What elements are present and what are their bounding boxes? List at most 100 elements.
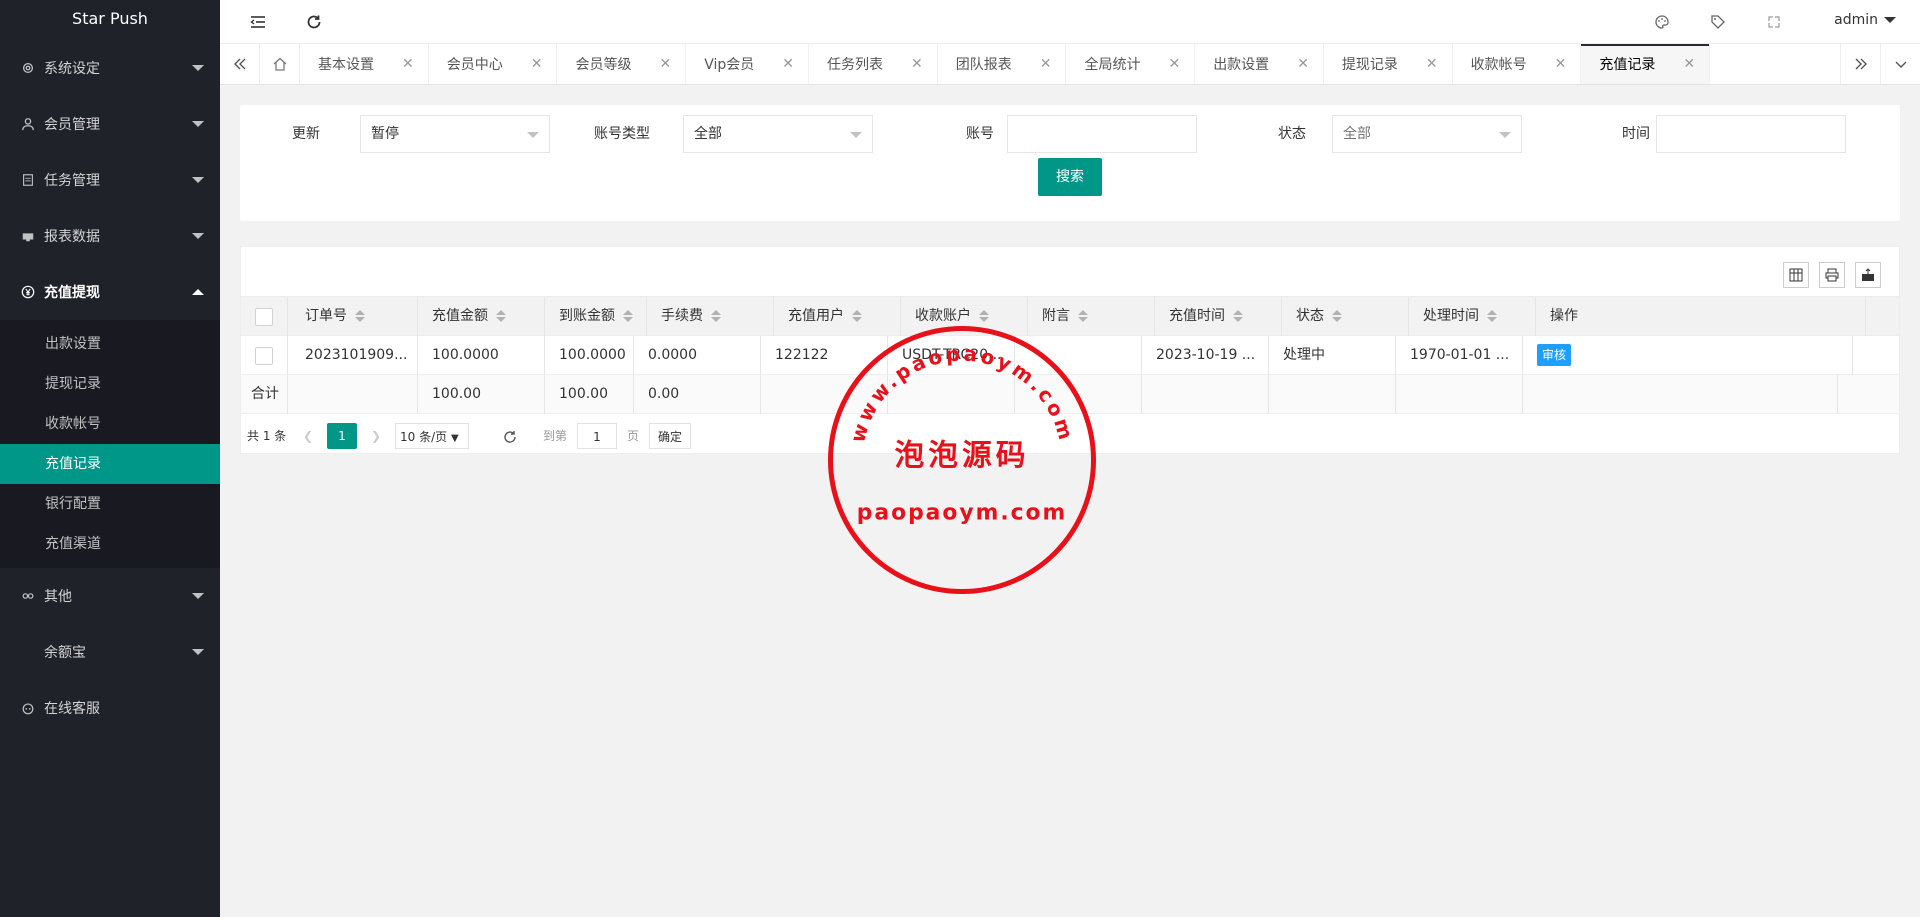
- sidebar-item-recharge[interactable]: 充值提现: [0, 264, 220, 320]
- data-table: 订单号 充值金额 到账金额 手续费 充值用户 收款账户 附言 充值时间 状态 处…: [240, 246, 1900, 454]
- page-button-current[interactable]: 1: [327, 423, 357, 449]
- column-header-amount[interactable]: 充值金额: [432, 297, 506, 336]
- time-label: 时间: [1622, 126, 1650, 142]
- sidebar-item-tasks[interactable]: 任务管理: [0, 152, 220, 208]
- sidebar-item-other[interactable]: 其他: [0, 568, 220, 624]
- goto-confirm-button[interactable]: 确定: [649, 423, 692, 449]
- chevron-down-icon: ▼: [450, 433, 459, 444]
- sort-icon: [852, 309, 862, 323]
- menu-collapse-icon[interactable]: [236, 0, 280, 44]
- row-checkbox[interactable]: [255, 347, 273, 365]
- chevron-down-icon: [192, 233, 204, 239]
- sidebar-item-system[interactable]: 系统设定: [0, 40, 220, 96]
- tab-global-stats[interactable]: 全局统计 ✕: [1066, 44, 1196, 84]
- tab-basic-settings[interactable]: 基本设置 ✕: [300, 44, 429, 84]
- chevron-up-icon: [192, 289, 204, 295]
- total-label: 合计: [251, 386, 279, 402]
- close-icon[interactable]: ✕: [1168, 56, 1180, 72]
- close-icon[interactable]: ✕: [1426, 56, 1438, 72]
- sidebar-subitem-bank-config[interactable]: 银行配置: [0, 484, 220, 524]
- tag-icon[interactable]: [1696, 0, 1740, 44]
- tab-receiving-accounts[interactable]: 收款帐号 ✕: [1453, 44, 1582, 84]
- tabs-bar: 基本设置 ✕ 会员中心 ✕ 会员等级 ✕ Vip会员 ✕ 任务列表 ✕ 团队报表 ✕ 全局统…: [220, 44, 1920, 85]
- export-icon[interactable]: [1855, 262, 1881, 288]
- theme-icon[interactable]: [1640, 0, 1684, 44]
- column-header-time[interactable]: 充值时间: [1169, 297, 1243, 336]
- tab-team-report[interactable]: 团队报表 ✕: [938, 44, 1067, 84]
- sidebar-subitem-receiving-accounts[interactable]: 收款帐号: [0, 404, 220, 444]
- column-header-processed[interactable]: 处理时间: [1423, 297, 1497, 336]
- status-label: 状态: [1278, 126, 1306, 142]
- column-header-note[interactable]: 附言: [1042, 297, 1088, 336]
- chevron-down-icon: [192, 65, 204, 71]
- tab-withdraw-records[interactable]: 提现记录 ✕: [1324, 44, 1453, 84]
- sidebar-item-yuebao[interactable]: 余额宝: [0, 624, 220, 680]
- prev-page-icon[interactable]: ❮: [303, 423, 313, 449]
- column-header-order[interactable]: 订单号: [305, 297, 365, 336]
- close-icon[interactable]: ✕: [1297, 56, 1309, 72]
- next-page-icon[interactable]: ❯: [371, 423, 381, 449]
- tab-task-list[interactable]: 任务列表 ✕: [809, 44, 938, 84]
- account-type-select[interactable]: 全部: [683, 115, 873, 153]
- sidebar-submenu: 出款设置 提现记录 收款帐号 充值记录 银行配置 充值渠道: [0, 320, 220, 568]
- tabs-scroll-right-icon[interactable]: [1840, 44, 1880, 84]
- tab-recharge-records[interactable]: 充值记录 ✕: [1581, 44, 1711, 84]
- close-icon[interactable]: ✕: [1040, 56, 1052, 72]
- chevron-down-icon: [1884, 17, 1896, 23]
- tab-member-level[interactable]: 会员等级 ✕: [557, 44, 687, 84]
- close-icon[interactable]: ✕: [1555, 56, 1567, 72]
- close-icon[interactable]: ✕: [402, 56, 414, 72]
- app-logo: Star Push: [72, 9, 148, 28]
- sidebar-subitem-withdraw-settings[interactable]: 出款设置: [0, 324, 220, 364]
- sort-icon: [623, 309, 633, 323]
- tab-withdraw-settings[interactable]: 出款设置 ✕: [1195, 44, 1324, 84]
- sidebar-item-members[interactable]: 会员管理: [0, 96, 220, 152]
- chevron-down-icon: [192, 121, 204, 127]
- update-select[interactable]: 暂停: [360, 115, 550, 153]
- select-all-checkbox[interactable]: [255, 308, 273, 326]
- print-icon[interactable]: [1819, 262, 1845, 288]
- pagination: 共 1 条 ❮ 1 ❯ 10 条/页 ▼ 到第 1 页 确定: [241, 414, 1899, 454]
- close-icon[interactable]: ✕: [531, 56, 543, 72]
- tabs-menu-chevron-down-icon[interactable]: [1880, 44, 1920, 84]
- user-icon: [20, 116, 36, 132]
- close-icon[interactable]: ✕: [911, 56, 923, 72]
- sidebar-subitem-recharge-records[interactable]: 充值记录: [0, 444, 220, 484]
- sidebar-item-reports[interactable]: 报表数据: [0, 208, 220, 264]
- close-icon[interactable]: ✕: [782, 56, 794, 72]
- sidebar-item-label: 其他: [44, 589, 72, 605]
- columns-icon[interactable]: [1783, 262, 1809, 288]
- status-select[interactable]: 全部: [1332, 115, 1522, 153]
- page-unit-label: 页: [627, 429, 640, 443]
- sidebar-item-online-service[interactable]: 在线客服: [0, 680, 220, 736]
- search-button[interactable]: 搜索: [1038, 158, 1102, 196]
- user-menu[interactable]: admin: [1834, 0, 1896, 40]
- goto-page-input[interactable]: 1: [577, 423, 617, 449]
- tabs-scroll-left-icon[interactable]: [220, 44, 260, 84]
- column-header-received[interactable]: 到账金额: [559, 297, 633, 336]
- user-name: admin: [1834, 12, 1878, 28]
- audit-button[interactable]: 审核: [1537, 344, 1572, 366]
- update-label: 更新: [292, 126, 320, 142]
- home-icon[interactable]: [260, 44, 300, 84]
- refresh-page-icon[interactable]: [502, 423, 518, 449]
- column-header-account[interactable]: 收款账户: [915, 297, 989, 336]
- column-header-fee[interactable]: 手续费: [661, 297, 721, 336]
- column-header-status[interactable]: 状态: [1296, 297, 1342, 336]
- sidebar-subitem-recharge-channels[interactable]: 充值渠道: [0, 524, 220, 564]
- time-input[interactable]: [1656, 115, 1846, 153]
- column-header-user[interactable]: 充值用户: [788, 297, 862, 336]
- table-toolbar: [241, 247, 1899, 297]
- refresh-icon[interactable]: [292, 0, 336, 44]
- close-icon[interactable]: ✕: [1683, 56, 1695, 72]
- sidebar-item-label: 充值提现: [44, 285, 100, 301]
- top-header: admin: [220, 0, 1920, 44]
- sidebar-subitem-withdraw-records[interactable]: 提现记录: [0, 364, 220, 404]
- fullscreen-icon[interactable]: [1752, 0, 1796, 44]
- per-page-select[interactable]: 10 条/页 ▼: [395, 423, 469, 449]
- close-icon[interactable]: ✕: [659, 56, 671, 72]
- tab-vip-member[interactable]: Vip会员 ✕: [686, 44, 809, 84]
- account-input[interactable]: [1007, 115, 1197, 153]
- tab-member-center[interactable]: 会员中心 ✕: [429, 44, 558, 84]
- doc-icon: [20, 172, 36, 188]
